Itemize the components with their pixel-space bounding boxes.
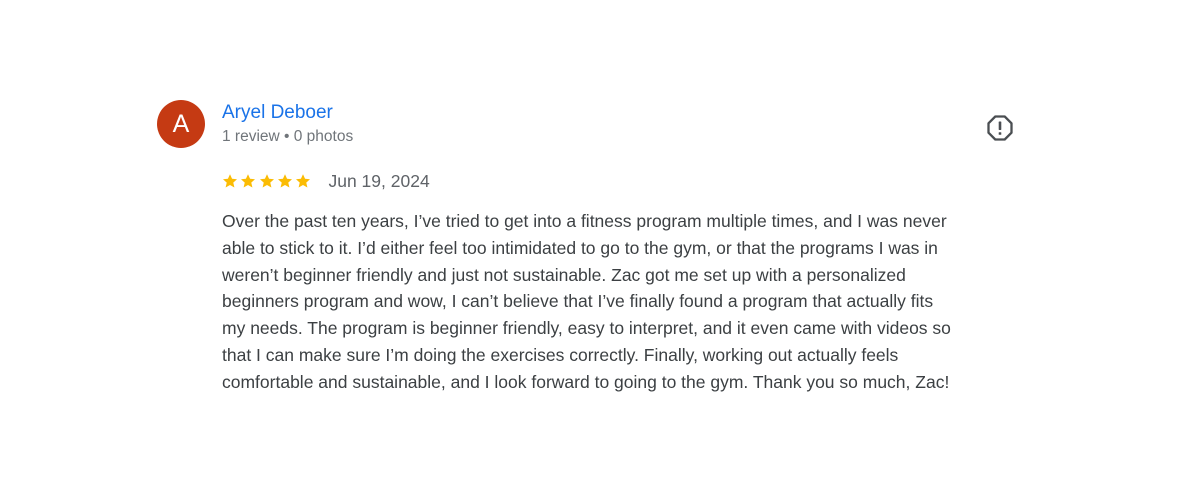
- rating-row: Jun 19, 2024: [222, 170, 430, 192]
- review-text-line: my needs. The program is beginner friend…: [222, 318, 951, 339]
- star-icon: [241, 174, 256, 188]
- avatar-initial: A: [172, 109, 190, 138]
- review-date: Jun 19, 2024: [328, 170, 430, 191]
- star-icon: [296, 174, 311, 188]
- report-flag-icon: [987, 115, 1013, 141]
- review-text-line: weren’t beginner friendly and just not s…: [222, 264, 906, 285]
- star-rating: [222, 173, 313, 189]
- avatar[interactable]: A: [157, 100, 205, 148]
- star-icon: [259, 174, 274, 188]
- review-card: A Aryel Deboer 1 review • 0 photos Jun 1…: [0, 0, 1200, 500]
- star-icon: [277, 174, 292, 188]
- review-text-line: able to stick to it. I’d either feel too…: [222, 237, 938, 258]
- review-text: Over the past ten years, I’ve tried to g…: [222, 208, 1042, 396]
- reviewer-name-link[interactable]: Aryel Deboer: [222, 101, 333, 125]
- review-text-line: Over the past ten years, I’ve tried to g…: [222, 211, 947, 231]
- review-text-line: that I can make sure I’m doing the exerc…: [222, 344, 899, 365]
- report-review-button[interactable]: [984, 112, 1016, 144]
- review-text-line: comfortable and sustainable, and I look …: [222, 371, 950, 392]
- review-text-line: beginners program and wow, I can’t belie…: [222, 291, 934, 312]
- star-icon: [223, 174, 237, 188]
- reviewer-meta: 1 review • 0 photos: [222, 128, 354, 145]
